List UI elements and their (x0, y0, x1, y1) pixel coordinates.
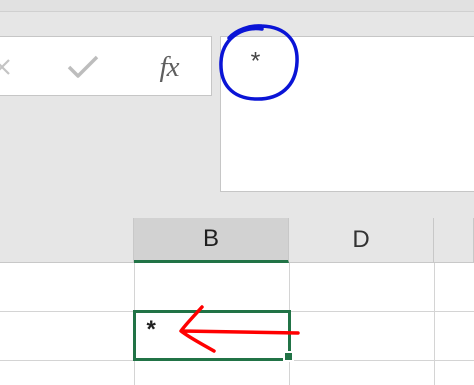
active-cell-b[interactable]: * (133, 310, 291, 361)
formula-toolbar: fx (0, 36, 212, 96)
column-header-right-partial[interactable] (434, 218, 474, 263)
fx-label: fx (159, 50, 180, 83)
formula-bar-value: * (248, 49, 264, 78)
insert-function-button[interactable]: fx (142, 37, 196, 97)
fill-handle[interactable] (283, 351, 294, 362)
column-header-left-partial[interactable] (0, 218, 134, 263)
checkmark-icon (67, 55, 99, 78)
column-header-d-label: D (352, 226, 370, 253)
active-cell-value: * (144, 319, 159, 346)
cancel-x-icon (0, 59, 10, 75)
column-header-b-label: B (202, 225, 219, 252)
gridline-vertical (434, 263, 435, 385)
ribbon-edge (0, 0, 474, 12)
enter-button[interactable] (60, 37, 106, 97)
excel-window: fx * B D * (0, 0, 474, 385)
formula-bar-input[interactable]: * (220, 36, 474, 192)
worksheet-grid: B D * (0, 218, 474, 385)
column-header-b[interactable]: B (134, 218, 289, 263)
cancel-button[interactable] (0, 37, 16, 97)
column-header-d[interactable]: D (289, 218, 434, 263)
